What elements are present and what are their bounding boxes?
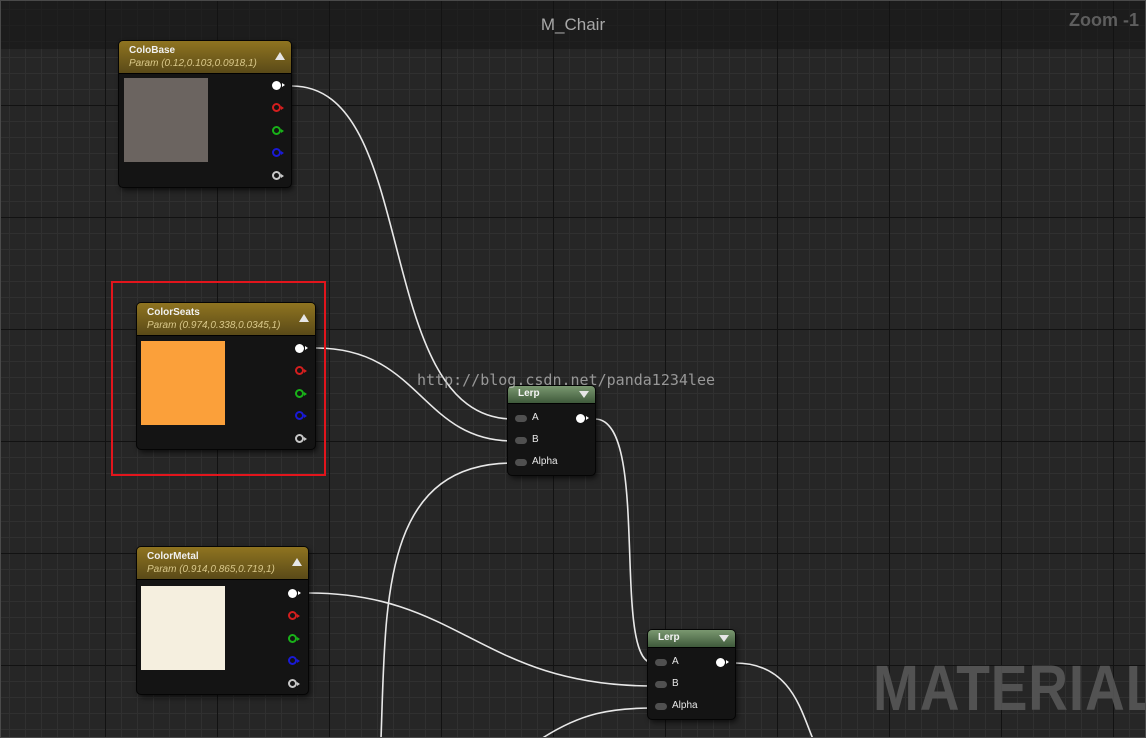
node-name: ColorMetal <box>147 551 199 562</box>
input-pin-a[interactable] <box>515 415 527 422</box>
output-pin[interactable] <box>576 414 589 423</box>
input-pin-b[interactable] <box>515 437 527 444</box>
wire-colorseats-to-lerp1-b <box>315 347 514 442</box>
input-pin-b[interactable] <box>655 681 667 688</box>
node-title: Lerp <box>518 388 540 399</box>
input-label: B <box>532 434 539 445</box>
material-watermark: MATERIAL <box>873 652 1146 724</box>
collapse-arrow-icon[interactable] <box>719 635 729 642</box>
g-output-pin[interactable] <box>272 126 284 135</box>
input-label: B <box>672 678 679 689</box>
collapse-arrow-icon[interactable] <box>292 558 302 566</box>
r-output-pin[interactable] <box>288 611 300 620</box>
collapse-arrow-icon[interactable] <box>579 391 589 398</box>
a-output-pin[interactable] <box>272 171 284 180</box>
input-pin-alpha[interactable] <box>655 703 667 710</box>
node-param-value: Param (0.914,0.865,0.719,1) <box>147 564 275 575</box>
node-param-value: Param (0.12,0.103,0.0918,1) <box>129 58 257 69</box>
input-pin-a[interactable] <box>655 659 667 666</box>
wire-to-lerp2-alpha <box>542 707 654 737</box>
node-header[interactable]: ColoBase Param (0.12,0.103,0.0918,1) <box>119 41 291 74</box>
b-output-pin[interactable] <box>288 656 300 665</box>
input-label: Alpha <box>532 456 558 467</box>
node-name: ColoBase <box>129 45 176 56</box>
material-graph-canvas[interactable]: M_Chair Zoom -1 MATERIAL ColoBase Param … <box>0 0 1146 738</box>
b-output-pin[interactable] <box>272 148 284 157</box>
wire-to-lerp1-alpha <box>380 462 514 737</box>
g-output-pin[interactable] <box>288 634 300 643</box>
rgba-output-pin[interactable] <box>288 589 301 598</box>
wire-lerp2-out <box>734 662 814 737</box>
node-title: Lerp <box>658 632 680 643</box>
param-node-colormetal[interactable]: ColorMetal Param (0.914,0.865,0.719,1) <box>137 547 308 694</box>
color-swatch <box>141 586 225 670</box>
input-label: A <box>672 656 679 667</box>
wire-colormetal-to-lerp2-b <box>308 592 654 687</box>
rgba-output-pin[interactable] <box>272 81 285 90</box>
input-label: A <box>532 412 539 423</box>
wire-lerp1-out-to-lerp2-a <box>594 418 654 664</box>
url-watermark: http://blog.csdn.net/panda1234lee <box>417 371 716 389</box>
node-header[interactable]: Lerp <box>648 630 735 648</box>
selection-highlight <box>111 281 326 476</box>
output-pin[interactable] <box>716 658 729 667</box>
node-header[interactable]: ColorMetal Param (0.914,0.865,0.719,1) <box>137 547 308 580</box>
r-output-pin[interactable] <box>272 103 284 112</box>
collapse-arrow-icon[interactable] <box>275 52 285 60</box>
input-label: Alpha <box>672 700 698 711</box>
color-swatch <box>124 78 208 162</box>
a-output-pin[interactable] <box>288 679 300 688</box>
lerp-node-2[interactable]: Lerp A B Alpha <box>648 630 735 719</box>
input-pin-alpha[interactable] <box>515 459 527 466</box>
lerp-node-1[interactable]: Lerp A B Alpha <box>508 386 595 475</box>
param-node-colobase[interactable]: ColoBase Param (0.12,0.103,0.0918,1) <box>119 41 291 187</box>
